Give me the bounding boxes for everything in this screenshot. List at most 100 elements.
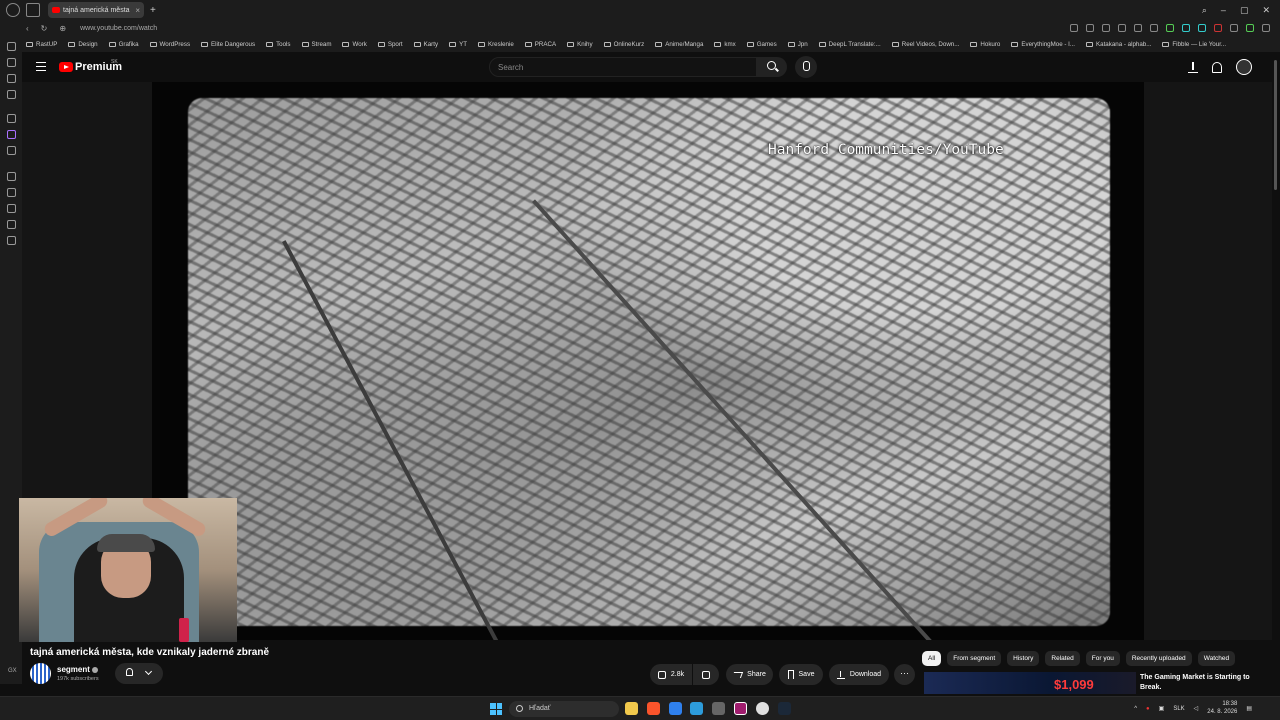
filter-chip[interactable]: Watched [1197, 651, 1236, 666]
subscription-bell-button[interactable] [115, 663, 163, 684]
bookmark-item[interactable]: Reel Videos, Down... [891, 41, 959, 48]
bookmark-item[interactable]: Fibble — Lie Your... [1162, 41, 1226, 48]
bookmark-item[interactable]: Hokuro [970, 41, 1000, 48]
sidebar-app-icon[interactable] [7, 204, 16, 213]
site-info-icon[interactable]: ⊕ [59, 24, 66, 33]
bookmark-item[interactable]: Tools [266, 41, 291, 48]
menu-icon[interactable] [36, 62, 46, 71]
back-button[interactable]: ‹ [26, 24, 29, 33]
notification-center-icon[interactable]: ▤ [1246, 705, 1252, 712]
sidebar-app-icon[interactable] [7, 58, 16, 67]
download-button[interactable]: Download [829, 664, 889, 685]
search-input[interactable]: Search [489, 57, 757, 77]
taskbar-search[interactable]: Hľadať [509, 701, 619, 717]
more-actions-button[interactable]: ··· [894, 664, 915, 685]
url-field[interactable]: www.youtube.com/watch [80, 25, 157, 32]
new-tab-button[interactable]: + [150, 5, 156, 16]
chevron-up-icon[interactable]: ^ [1134, 706, 1137, 712]
app-icon[interactable] [690, 702, 703, 715]
browser-tab-active[interactable]: tajná americká města × [48, 2, 144, 18]
browser-menu-icon[interactable] [6, 3, 20, 17]
menu-icon[interactable] [1262, 24, 1270, 32]
sidebar-app-icon[interactable] [7, 90, 16, 99]
bookmark-item[interactable]: Kreslenie [477, 41, 514, 48]
minimize-button[interactable]: – [1221, 5, 1226, 16]
dislike-button[interactable] [693, 664, 719, 685]
bookmark-item[interactable]: Katakana - alphab... [1086, 41, 1151, 48]
bookmark-item[interactable]: Sport [377, 41, 403, 48]
sidebar-app-icon[interactable] [7, 74, 16, 83]
channel-name[interactable]: segment [57, 665, 98, 674]
extension-icon[interactable] [1166, 24, 1174, 32]
extension-icon[interactable] [1198, 24, 1206, 32]
like-button[interactable]: 2.8k [650, 664, 692, 685]
app-icon[interactable] [712, 702, 725, 715]
close-window-button[interactable]: ✕ [1262, 5, 1270, 16]
bookmark-item[interactable]: RastUP [26, 41, 57, 48]
shield-icon[interactable] [1102, 24, 1110, 32]
notifications-icon[interactable] [1212, 61, 1222, 73]
bookmark-item[interactable]: Stream [301, 41, 331, 48]
sidebar-app-icon[interactable] [7, 236, 16, 245]
share-button[interactable]: Share [726, 664, 773, 685]
windows-start-icon[interactable] [490, 703, 502, 715]
bookmark-item[interactable]: Elite Dangerous [201, 41, 255, 48]
extension-icon[interactable] [1182, 24, 1190, 32]
bookmark-item[interactable]: OnlineKurz [603, 41, 644, 48]
filter-chip[interactable]: From segment [947, 651, 1002, 666]
recommended-video-title[interactable]: The Gaming Market is Starting to Break. [1140, 673, 1270, 692]
brave-browser-icon[interactable] [647, 702, 660, 715]
clock[interactable]: 18:38 24. 8. 2026 [1207, 701, 1237, 716]
heart-icon[interactable] [1150, 24, 1158, 32]
play-icon[interactable] [1118, 24, 1126, 32]
filter-chip[interactable]: Related [1045, 651, 1080, 666]
bookmark-item[interactable]: Work [342, 41, 367, 48]
reload-button[interactable]: ↻ [41, 24, 48, 33]
volume-icon[interactable]: ◁ [1194, 705, 1199, 712]
bookmark-item[interactable]: WordPress [149, 41, 190, 48]
bookmark-item[interactable]: Grafika [108, 41, 139, 48]
filter-chip[interactable]: All [922, 651, 942, 666]
bookmark-item[interactable]: Knihy [567, 41, 593, 48]
tab-close-icon[interactable]: × [135, 6, 140, 15]
bookmark-item[interactable]: Jpn [787, 41, 808, 48]
youtube-logo-icon[interactable] [59, 62, 73, 72]
file-explorer-icon[interactable] [625, 702, 638, 715]
video-player[interactable]: Hanford Communities/YouTube [152, 82, 1144, 640]
extension-icon[interactable] [1246, 24, 1254, 32]
voice-search-button[interactable] [795, 56, 817, 78]
sidebar-play-icon[interactable] [7, 188, 16, 197]
bookmark-item[interactable]: Design [68, 41, 98, 48]
bookmark-item[interactable]: Anime/Manga [655, 41, 703, 48]
sidebar-app-icon[interactable] [7, 220, 16, 229]
steam-icon[interactable] [778, 702, 791, 715]
maximize-button[interactable]: ▢ [1240, 5, 1249, 16]
search-button[interactable] [757, 57, 787, 77]
bookmark-item[interactable]: EverythingMoe - I... [1011, 41, 1075, 48]
twitch-icon[interactable] [7, 130, 16, 139]
filter-chip[interactable]: Recently uploaded [1125, 651, 1192, 666]
upload-icon[interactable] [1188, 61, 1198, 73]
percent-icon[interactable] [7, 146, 16, 155]
sidebar-clock-icon[interactable] [7, 172, 16, 181]
account-avatar[interactable] [1236, 59, 1252, 75]
bookmark-item[interactable]: Games [746, 41, 777, 48]
bookmark-item[interactable]: YT [449, 41, 467, 48]
search-tabs-icon[interactable]: ⌕ [1202, 5, 1207, 16]
recommended-video-thumbnail[interactable]: $1,099 [924, 672, 1136, 694]
filter-chip[interactable]: History [1007, 651, 1040, 666]
sidebar-settings-icon[interactable] [7, 114, 16, 123]
bookmark-item[interactable]: kmx [714, 41, 736, 48]
extension-icon[interactable] [1214, 24, 1222, 32]
filter-chip[interactable]: For you [1085, 651, 1120, 666]
bookmark-item[interactable]: Karty [413, 41, 438, 48]
extension-icon[interactable] [1086, 24, 1094, 32]
scrollbar-thumb[interactable] [1274, 60, 1277, 190]
sidebar-app-icon[interactable] [7, 42, 16, 51]
bookmark-item[interactable]: DeepL Translate:... [818, 41, 881, 48]
pin-icon[interactable] [1134, 24, 1142, 32]
bookmark-item[interactable]: PRACA [524, 41, 556, 48]
obs-icon[interactable] [756, 702, 769, 715]
language-indicator[interactable]: SLK [1173, 706, 1184, 712]
save-button[interactable]: Save [779, 664, 823, 685]
